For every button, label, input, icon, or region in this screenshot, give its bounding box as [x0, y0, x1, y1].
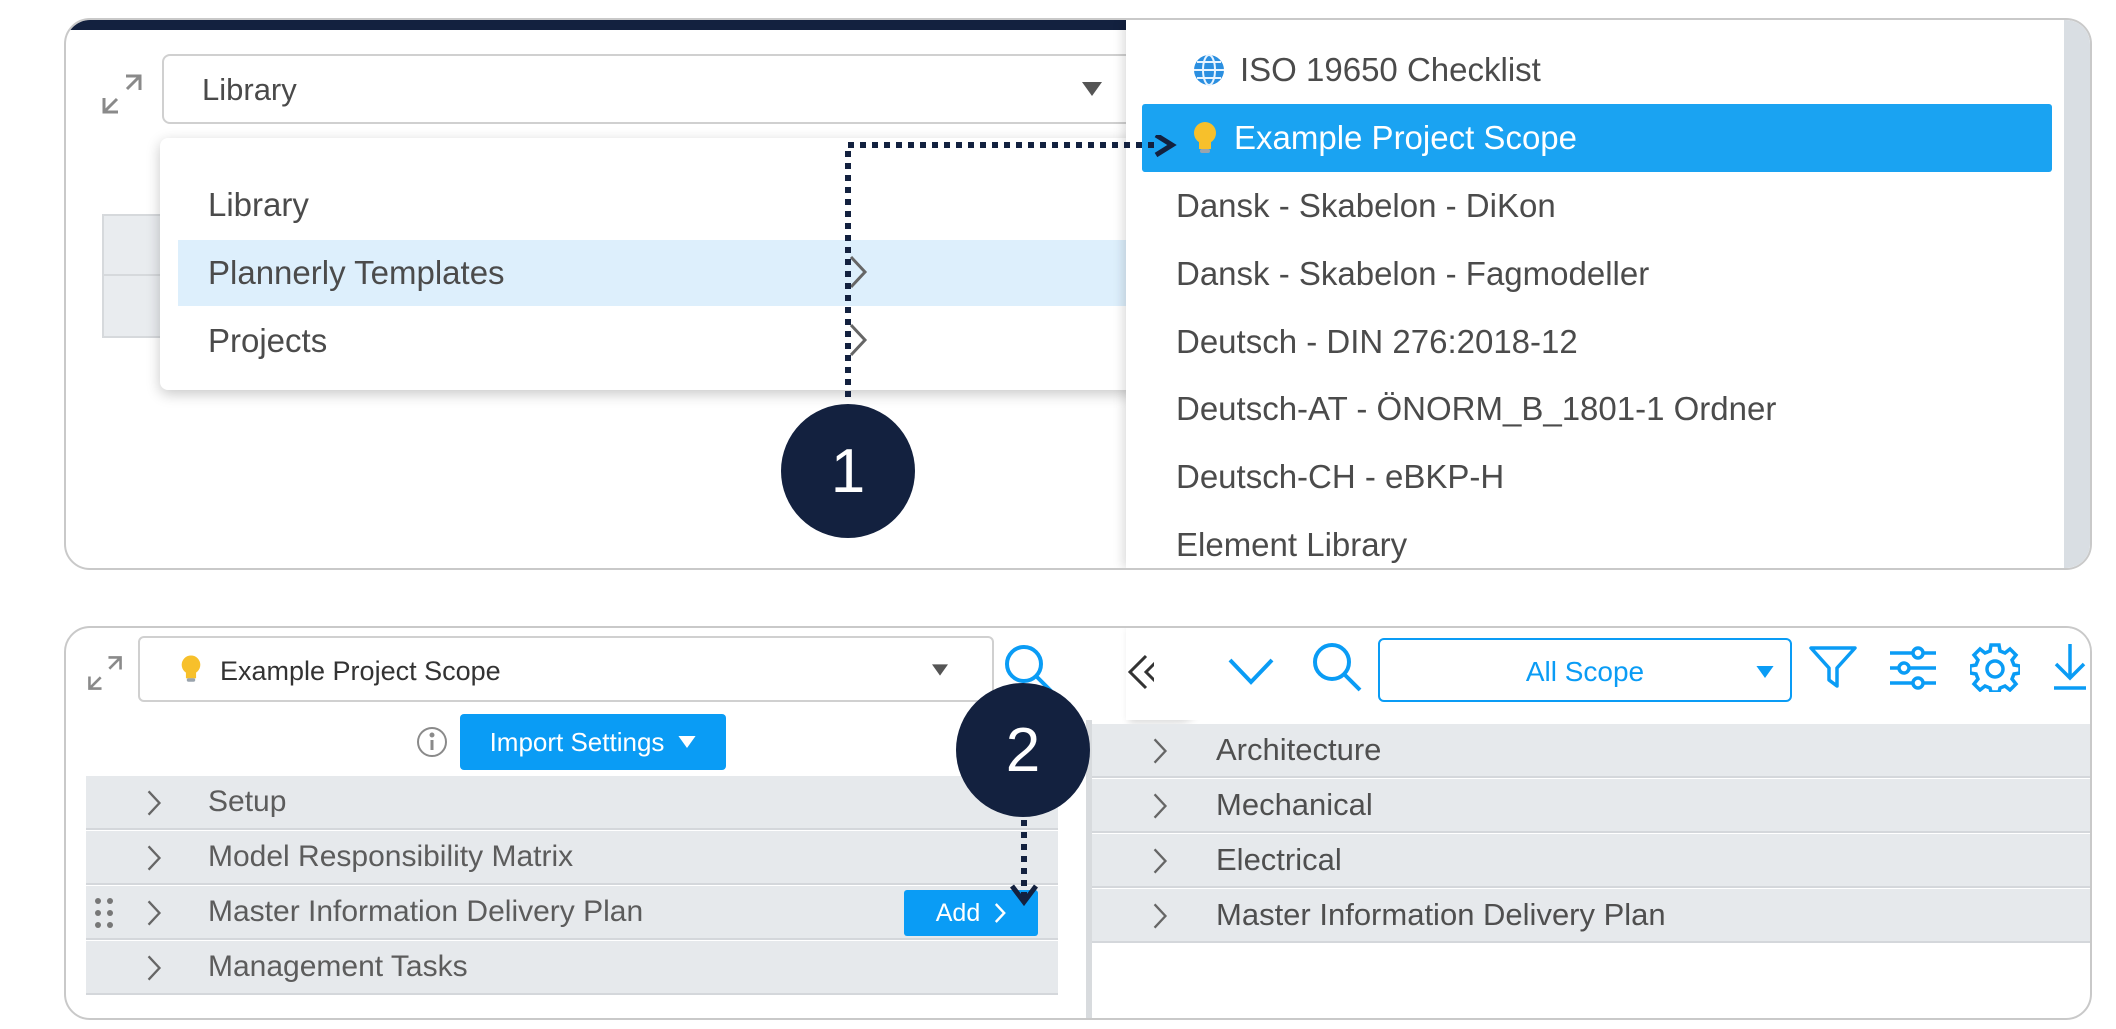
library-select[interactable]: Library: [162, 54, 1148, 124]
submenu-item[interactable]: Deutsch-AT - ÖNORM_B_1801-1 Ordner: [1142, 375, 2052, 443]
submenu-item-label: Example Project Scope: [1234, 119, 1578, 156]
lightbulb-icon: [1192, 121, 1218, 155]
menu-item-label: Plannerly Templates: [208, 254, 505, 291]
chevron-right-icon[interactable]: [1152, 847, 1168, 875]
chevron-right-icon[interactable]: [146, 844, 162, 872]
submenu-item-label: Dansk - Skabelon - Fagmodeller: [1176, 255, 1650, 292]
menu-item-label: Projects: [208, 322, 328, 359]
globe-icon: [1192, 53, 1226, 87]
chevron-down-icon[interactable]: [1226, 650, 1276, 694]
tree-row-label: Setup: [208, 785, 287, 818]
expand-icon[interactable]: [100, 72, 144, 116]
caret-down-icon: [678, 736, 696, 748]
sliders-icon[interactable]: [1888, 644, 1938, 692]
templates-submenu: ISO 19650 Checklist Example Project Scop…: [1126, 20, 2090, 568]
tree-row-label: Mechanical: [1216, 787, 1373, 822]
scope-filter-select[interactable]: All Scope: [1378, 638, 1792, 702]
source-template-select[interactable]: Example Project Scope: [138, 636, 994, 702]
drag-handle-icon[interactable]: [92, 896, 116, 930]
library-select-value: Library: [202, 72, 297, 107]
dropdown-arrow-icon: [932, 664, 948, 676]
dropdown-arrow-icon: [1756, 666, 1774, 678]
source-template-value: Example Project Scope: [220, 656, 501, 686]
tree-row-setup[interactable]: Setup: [86, 776, 1058, 830]
tree-row-label: Management Tasks: [208, 950, 468, 983]
callout-2-connector-arrow: [1010, 820, 1038, 907]
gear-icon[interactable]: [1970, 642, 2020, 692]
submenu-item[interactable]: Deutsch-CH - eBKP-H: [1142, 443, 2052, 511]
tree-row-electrical[interactable]: Electrical: [1092, 834, 2090, 888]
submenu-item-iso-19650-checklist[interactable]: ISO 19650 Checklist: [1142, 36, 2052, 104]
submenu-scrollbar[interactable]: [2064, 20, 2090, 568]
tree-row-label: Electrical: [1216, 842, 1342, 877]
menu-item-label: Library: [208, 186, 309, 223]
submenu-item-example-project-scope[interactable]: Example Project Scope: [1142, 104, 2052, 172]
tree-row-label: Architecture: [1216, 732, 1382, 767]
submenu-item[interactable]: Element Library: [1142, 511, 2052, 568]
submenu-item[interactable]: Dansk - Skabelon - DiKon: [1142, 172, 2052, 240]
tree-row-label: Master Information Delivery Plan: [1216, 897, 1666, 932]
panel-top-accent-bar: [66, 20, 1146, 30]
tree-row-label: Master Information Delivery Plan: [208, 895, 644, 928]
expand-icon[interactable]: [86, 654, 124, 692]
submenu-item[interactable]: Deutsch - DIN 276:2018-12: [1142, 308, 2052, 376]
chevron-right-icon[interactable]: [146, 954, 162, 982]
callout-badge-1: 1: [781, 404, 915, 538]
tree-row-master-information-delivery-plan[interactable]: Master Information Delivery Plan: [1092, 889, 2090, 943]
info-icon[interactable]: [416, 726, 448, 758]
submenu-item[interactable]: Dansk - Skabelon - Fagmodeller: [1142, 240, 2052, 308]
search-icon[interactable]: [1310, 640, 1364, 694]
tree-row-mechanical[interactable]: Mechanical: [1092, 779, 2090, 833]
chevron-right-icon[interactable]: [1152, 792, 1168, 820]
submenu-item-label: Deutsch - DIN 276:2018-12: [1176, 323, 1578, 360]
submenu-item-label: Dansk - Skabelon - DiKon: [1176, 187, 1556, 224]
chevron-right-icon[interactable]: [146, 789, 162, 817]
callout-badge-2: 2: [956, 683, 1090, 817]
dropdown-arrow-icon: [1082, 82, 1102, 96]
chevron-right-icon[interactable]: [1152, 737, 1168, 765]
lightbulb-icon: [180, 654, 202, 684]
import-settings-button[interactable]: Import Settings: [460, 714, 726, 770]
submenu-item-label: Element Library: [1176, 526, 1408, 563]
tree-row-architecture[interactable]: Architecture: [1092, 724, 2090, 778]
tree-row-management-tasks[interactable]: Management Tasks: [86, 941, 1058, 995]
import-panel: Example Project Scope All Scope Import S…: [64, 626, 2092, 1020]
callout-1-connector-arrow: [845, 135, 1177, 397]
scope-filter-value: All Scope: [1525, 656, 1645, 687]
submenu-item-label: Deutsch-AT - ÖNORM_B_1801-1 Ordner: [1176, 390, 1777, 427]
import-settings-label: Import Settings: [489, 726, 665, 757]
chevron-right-icon[interactable]: [1152, 902, 1168, 930]
submenu-item-label: ISO 19650 Checklist: [1240, 51, 1541, 88]
download-icon[interactable]: [2052, 642, 2088, 692]
tree-row-master-information-delivery-plan[interactable]: Master Information Delivery Plan Add: [86, 886, 1058, 940]
filter-icon[interactable]: [1808, 644, 1858, 692]
submenu-item-label: Deutsch-CH - eBKP-H: [1176, 458, 1505, 495]
tree-row-model-responsibility-matrix[interactable]: Model Responsibility Matrix: [86, 831, 1058, 885]
add-button-label: Add: [935, 898, 981, 927]
chevron-right-icon[interactable]: [146, 899, 162, 927]
tree-row-label: Model Responsibility Matrix: [208, 840, 574, 873]
